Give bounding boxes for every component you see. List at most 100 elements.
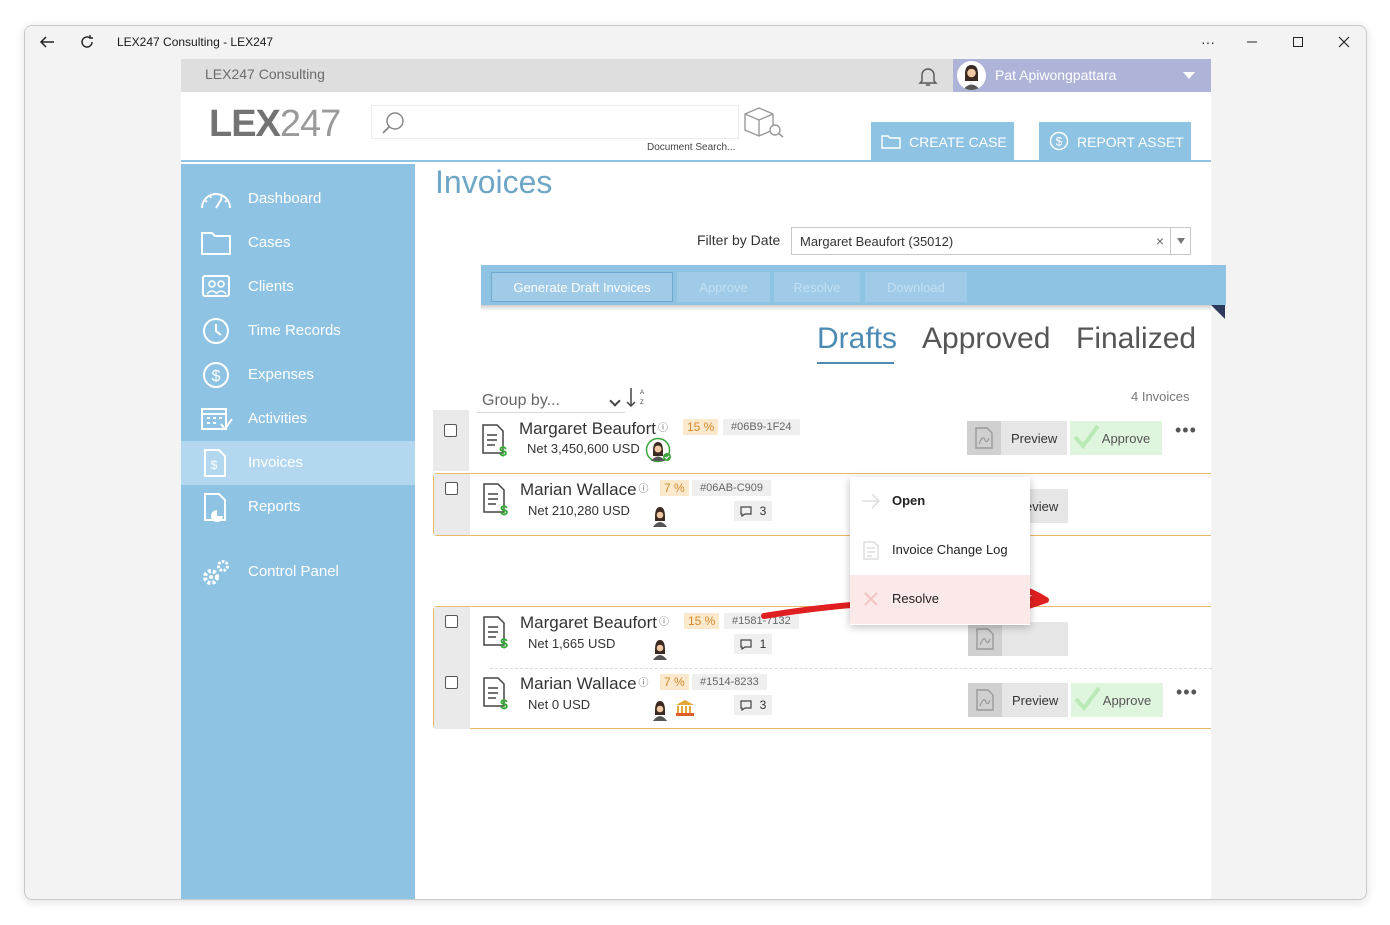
invoice-icon: $ — [482, 615, 510, 651]
sidebar-item-expenses[interactable]: $ Expenses — [181, 353, 415, 397]
box-search-icon[interactable] — [741, 104, 787, 140]
invoice-code: #1514-8233 — [692, 674, 767, 690]
row-group: $ Margaret Beaufort ⓘ 15 % #1581-7132 Net… — [433, 606, 1212, 729]
net-amount: Net 1,665 USD — [528, 636, 616, 651]
tab-indicator — [817, 362, 894, 364]
menu-item-change-log[interactable]: Invoice Change Log — [850, 526, 1030, 575]
tab-finalized[interactable]: Finalized — [1076, 322, 1196, 356]
approve-button[interactable]: Approve — [677, 272, 770, 302]
user-name: Pat Apiwongpattara — [995, 67, 1117, 83]
avatar-icon — [650, 505, 670, 527]
svg-text:$: $ — [500, 696, 508, 710]
report-asset-button[interactable]: $ REPORT ASSET — [1039, 122, 1191, 162]
tab-approved[interactable]: Approved — [922, 322, 1050, 356]
invoice-code: #06B9-1F24 — [723, 419, 800, 435]
comments-badge[interactable]: 3 — [734, 695, 772, 715]
chevron-down-icon — [609, 395, 621, 407]
comments-badge[interactable]: 1 — [734, 634, 772, 654]
invoice-code: #1581-7132 — [724, 613, 799, 629]
minimize-button[interactable] — [1232, 30, 1272, 54]
row-checkbox[interactable] — [445, 676, 458, 689]
comments-badge[interactable]: 3 — [734, 501, 772, 521]
info-icon[interactable]: ⓘ — [659, 617, 669, 628]
net-amount: Net 3,450,600 USD — [527, 441, 640, 456]
comment-icon — [740, 505, 752, 517]
calendar-icon — [199, 404, 233, 434]
sidebar-item-cases[interactable]: Cases — [181, 221, 415, 265]
sidebar-item-time-records[interactable]: Time Records — [181, 309, 415, 353]
table-row[interactable]: $ Margaret Beaufort ⓘ 15 % #1581-7132 Net… — [434, 607, 1212, 668]
invoice-icon: $ — [481, 423, 509, 459]
menu-item-open[interactable]: Open — [850, 477, 1030, 526]
more-options-icon[interactable]: ··· — [1188, 30, 1228, 54]
row-group: $ Marian Wallace ⓘ 7 % #06AB-C909 Net 210… — [433, 473, 1211, 536]
client-name: Marian Wallace ⓘ — [520, 674, 649, 693]
chevron-down-icon — [1183, 72, 1195, 79]
svg-text:A: A — [640, 390, 644, 396]
row-checkbox[interactable] — [444, 424, 457, 437]
percent-badge: 7 % — [660, 480, 689, 496]
pdf-icon — [968, 622, 1002, 656]
info-icon[interactable]: ⓘ — [639, 484, 649, 495]
row-checkbox[interactable] — [445, 482, 458, 495]
info-icon[interactable]: ⓘ — [658, 423, 668, 434]
close-button[interactable] — [1324, 30, 1364, 54]
invoice-icon: $ — [482, 482, 510, 518]
sidebar-item-invoices[interactable]: $ Invoices — [181, 441, 415, 485]
bell-icon[interactable] — [916, 64, 940, 88]
comment-icon — [740, 638, 752, 650]
close-icon — [860, 588, 882, 610]
approve-row-button[interactable]: Approve — [1070, 421, 1162, 455]
report-icon — [199, 492, 233, 522]
window-title: LEX247 Consulting - LEX247 — [117, 35, 274, 49]
create-case-button[interactable]: CREATE CASE — [871, 122, 1014, 162]
refresh-icon[interactable] — [77, 32, 97, 52]
avatar — [957, 61, 986, 90]
sidebar-item-activities[interactable]: Activities — [181, 397, 415, 441]
approve-row-button[interactable]: Approve — [1071, 683, 1163, 717]
table-row[interactable]: $ Margaret Beaufort ⓘ 15 % #06B9-1F24 Net… — [433, 410, 1211, 471]
percent-badge: 15 % — [683, 419, 719, 435]
context-menu: Open Invoice Change Log Resolve — [850, 477, 1030, 625]
menu-item-resolve[interactable]: Resolve — [850, 575, 1030, 624]
svg-text:Z: Z — [640, 400, 644, 406]
search-label: Document Search... — [647, 142, 736, 153]
gauge-icon — [199, 184, 233, 214]
sidebar-item-dashboard[interactable]: Dashboard — [181, 177, 415, 221]
download-button[interactable]: Download — [865, 272, 967, 302]
table-row[interactable]: $ Marian Wallace ⓘ 7 % #06AB-C909 Net 210… — [434, 474, 1212, 535]
filter-select[interactable]: Margaret Beaufort (35012) × — [791, 227, 1191, 255]
invoice-icon: $ — [482, 676, 510, 712]
back-icon[interactable] — [37, 32, 57, 52]
row-checkbox-cell — [434, 668, 470, 729]
pdf-icon — [967, 421, 1001, 455]
more-options-icon[interactable]: ••• — [1175, 420, 1197, 441]
row-checkbox-cell — [433, 410, 469, 471]
sort-icon[interactable]: AZ — [625, 386, 645, 410]
chevron-down-icon[interactable] — [1170, 228, 1190, 254]
resolve-button[interactable]: Resolve — [774, 272, 860, 302]
preview-button[interactable]: Preview — [968, 683, 1068, 717]
table-row[interactable]: $ Marian Wallace ⓘ 7 % #1514-8233 Net 0 U… — [434, 668, 1212, 729]
preview-button[interactable] — [968, 622, 1068, 656]
preview-button[interactable]: Preview — [967, 421, 1067, 455]
logo: LEX247 — [209, 103, 341, 145]
more-options-icon[interactable]: ••• — [1176, 682, 1198, 703]
filter-value: Margaret Beaufort (35012) — [800, 234, 954, 249]
page-title: Invoices — [435, 164, 553, 200]
svg-text:$: $ — [211, 458, 218, 472]
sidebar-item-clients[interactable]: Clients — [181, 265, 415, 309]
maximize-button[interactable] — [1278, 30, 1318, 54]
generate-draft-invoices-button[interactable]: Generate Draft Invoices — [491, 272, 673, 302]
sidebar-item-reports[interactable]: Reports — [181, 485, 415, 529]
sidebar-item-control-panel[interactable]: Control Panel — [181, 550, 415, 594]
search-input[interactable] — [371, 105, 739, 139]
net-amount: Net 0 USD — [528, 697, 591, 712]
user-menu[interactable]: Pat Apiwongpattara — [953, 59, 1211, 92]
main-content: Invoices Filter by Date Margaret Beaufor… — [415, 164, 1226, 899]
clear-icon[interactable]: × — [1156, 233, 1164, 249]
row-checkbox[interactable] — [445, 615, 458, 628]
net-amount: Net 210,280 USD — [528, 503, 630, 518]
info-icon[interactable]: ⓘ — [639, 678, 649, 689]
tab-drafts[interactable]: Drafts — [817, 322, 897, 356]
